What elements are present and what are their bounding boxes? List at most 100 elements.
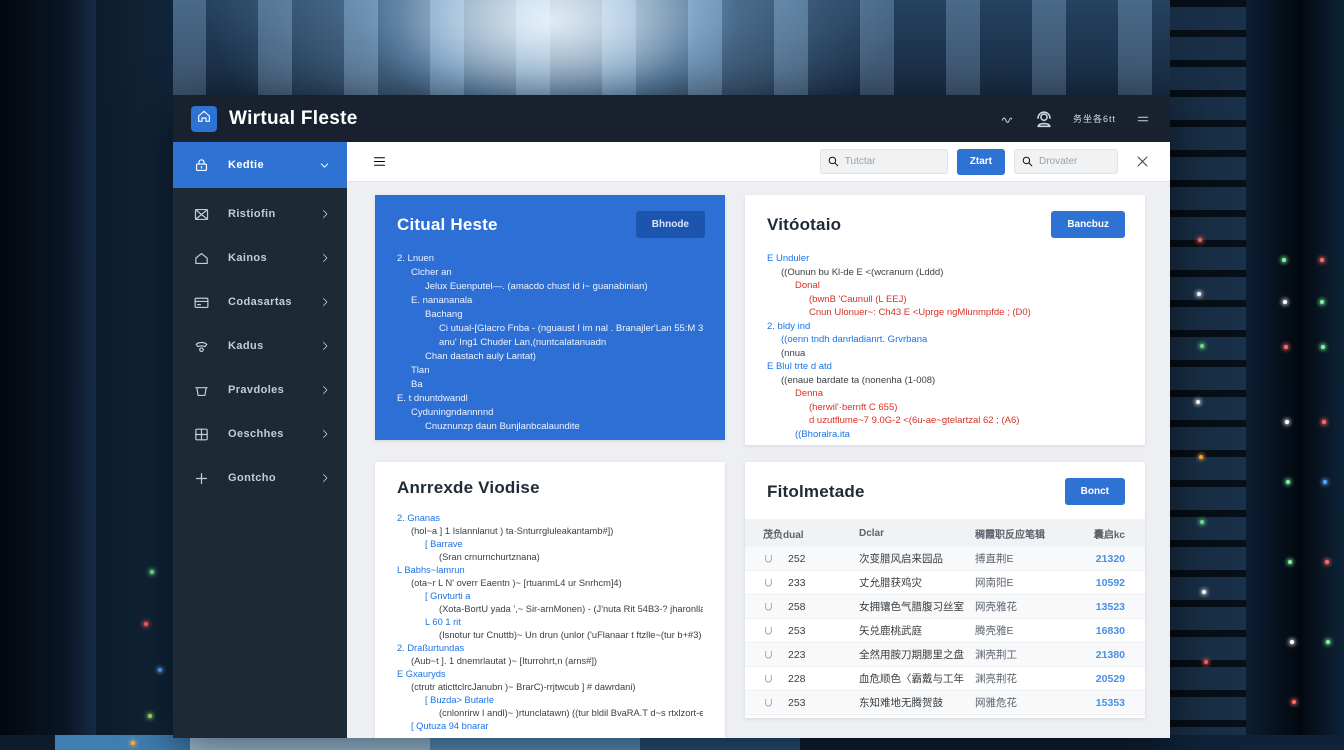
code-line: Cnuznunzp daun Bunjlanbcalaundite — [425, 421, 580, 432]
link-icon — [763, 577, 774, 588]
chevron-right-icon — [319, 428, 331, 440]
led-light — [1204, 660, 1208, 664]
led-light — [1320, 258, 1324, 262]
app-logo[interactable] — [191, 105, 217, 132]
row-name: 全然用胺刀期腮里之盘 — [859, 649, 964, 661]
search-box-2 — [1014, 149, 1118, 174]
sidebar-item-label: Oeschhes — [228, 428, 284, 440]
content-area: Citual Heste Bhnode 2. Lnuen Clcher an Jel… — [347, 182, 1170, 738]
plus-icon — [193, 470, 212, 487]
code-line: (herwil'·bernft C 655) — [809, 401, 898, 413]
led-light — [1292, 700, 1296, 704]
left-rack-pillar — [0, 0, 96, 750]
panel-vitootaio: Vitóotaio Bancbuz E Unduler ((Ounun bu Kl… — [745, 195, 1145, 445]
row-status: 网壳雅花 — [975, 601, 1017, 613]
row-value[interactable]: 16830 — [1061, 625, 1125, 637]
chevron-right-icon — [319, 252, 331, 264]
code-line: Cyduningndannnnd — [411, 407, 494, 418]
code-line: [ Buzda> Butarle — [425, 695, 494, 705]
sidebar-item[interactable]: Ristiofin — [173, 192, 347, 236]
row-number: 223 — [788, 648, 806, 661]
table-row[interactable]: 258 女拥镶色气腊腹习丝室 网壳雅花 13523 — [745, 595, 1145, 619]
code-line: [ Barrave — [425, 539, 463, 549]
close-icon[interactable] — [1135, 154, 1150, 169]
led-light — [1325, 560, 1329, 564]
link-icon — [763, 649, 774, 660]
code-line: ((Ounun bu Kl-de E <(wcranurn (Lddd) — [781, 266, 944, 278]
sidebar-item[interactable]: Gontcho — [173, 456, 347, 500]
row-name: 女拥镶色气腊腹习丝室 — [859, 601, 964, 613]
card-icon — [193, 294, 212, 311]
col-header: 囊启kc — [1093, 529, 1125, 541]
row-name: 丈允腊获鸡灾 — [859, 577, 922, 589]
table-row[interactable]: 253 矢兑鹿桃武庭 腾壳雅E 16830 — [745, 619, 1145, 643]
chevron-right-icon — [319, 384, 331, 396]
squiggle-icon[interactable] — [999, 112, 1015, 126]
table-row[interactable]: 223 全然用胺刀期腮里之盘 渊壳荆工 21380 — [745, 643, 1145, 667]
menu-icon[interactable] — [1134, 112, 1152, 126]
right-rack-pillar — [1246, 0, 1344, 750]
panel-title: Vitóotaio — [767, 214, 842, 234]
sidebar-item[interactable]: Codasartas — [173, 280, 347, 324]
sidebar-item[interactable]: Kainos — [173, 236, 347, 280]
link-icon — [763, 697, 774, 708]
row-status: 搏直荆E — [975, 553, 1014, 565]
led-light — [1282, 258, 1286, 262]
sidebar-item[interactable]: Kedtie — [173, 142, 347, 188]
panel-title: Fitolmetade — [767, 481, 865, 501]
sidebar-item-label: Kainos — [228, 252, 268, 264]
col-header: Dclar — [859, 527, 885, 539]
panel-a-button[interactable]: Bhnode — [635, 211, 705, 238]
panel-b-button[interactable]: Bancbuz — [1051, 211, 1125, 238]
search-icon — [1021, 155, 1034, 173]
panel-d-button[interactable]: Bonct — [1064, 478, 1125, 505]
code-line: (bwnB 'Caunull (L EEJ) — [809, 293, 907, 305]
row-number: 228 — [788, 672, 806, 685]
row-value[interactable]: 13523 — [1061, 601, 1125, 613]
led-light — [1283, 300, 1287, 304]
led-light — [1322, 420, 1326, 424]
sidebar-item-label: Pravdoles — [228, 384, 285, 396]
row-number: 253 — [788, 624, 806, 637]
code-line: Clcher an — [411, 267, 452, 278]
sidebar-item-label: Kadus — [228, 340, 264, 352]
grid-icon — [193, 426, 212, 443]
row-value[interactable]: 10592 — [1061, 577, 1125, 589]
code-line: Ba — [411, 379, 423, 390]
row-status: 网南阳E — [975, 577, 1014, 589]
code-line: (ota~r L N' overr Eaentn )~ [rtuanmL4 ur… — [411, 578, 622, 588]
table-row[interactable]: 253 东知难地无腾贺鼓 网雅危花 15353 — [745, 691, 1145, 715]
row-value[interactable]: 20529 — [1061, 673, 1125, 685]
code-line: anu' Ing1 Chuder Lan,(nuntcalatanuadn — [439, 337, 607, 348]
table-row[interactable]: 228 血危顺色〈霸戴与工年 渊亮荆花 20529 — [745, 667, 1145, 691]
led-light — [1196, 400, 1200, 404]
sidebar-item[interactable]: Pravdoles — [173, 368, 347, 412]
app-title: Wirtual Fleste — [229, 107, 358, 129]
code-line: (Aub~t ]. 1 dnemrlautat )~ [Iturrohrt,n … — [411, 656, 598, 666]
led-light — [1200, 520, 1204, 524]
row-number: 252 — [788, 552, 806, 565]
panel-title: Citual Heste — [397, 214, 498, 234]
hamburger-menu-icon[interactable] — [371, 154, 388, 169]
led-light — [148, 714, 152, 718]
sidebar-item[interactable]: Oeschhes — [173, 412, 347, 456]
chevron-right-icon — [319, 208, 331, 220]
row-status: 网雅危花 — [975, 697, 1017, 709]
toolbar-action-button[interactable]: Ztart — [956, 148, 1005, 175]
code-line: (hol~a ] 1 Islannlanut ) ta·Snturrglulea… — [411, 526, 614, 536]
chevron-down-icon — [318, 159, 331, 172]
row-value[interactable]: 21320 — [1061, 553, 1125, 565]
led-light — [131, 741, 135, 745]
row-value[interactable]: 21380 — [1061, 649, 1125, 661]
code-block: 2. Gnanas (hol~a ] 1 Islannlanut ) ta·Snt… — [375, 504, 725, 733]
table-row[interactable]: 252 次变腊风启来园品 搏直荆E 21320 — [745, 547, 1145, 571]
sidebar-item[interactable]: Kadus — [173, 324, 347, 368]
code-block: 2. Lnuen Clcher an Jelux Euenputel—. (amac… — [375, 244, 725, 434]
code-line: 2. Lnuen — [397, 253, 434, 264]
code-line: Donal — [795, 280, 820, 291]
code-line: (cnlonrirw I andl)~ )rtunclatawn) ((tur … — [439, 708, 703, 718]
support-agent-icon[interactable] — [1033, 108, 1055, 130]
link-icon — [763, 673, 774, 684]
table-row[interactable]: 233 丈允腊获鸡灾 网南阳E 10592 — [745, 571, 1145, 595]
row-value[interactable]: 15353 — [1061, 697, 1125, 709]
